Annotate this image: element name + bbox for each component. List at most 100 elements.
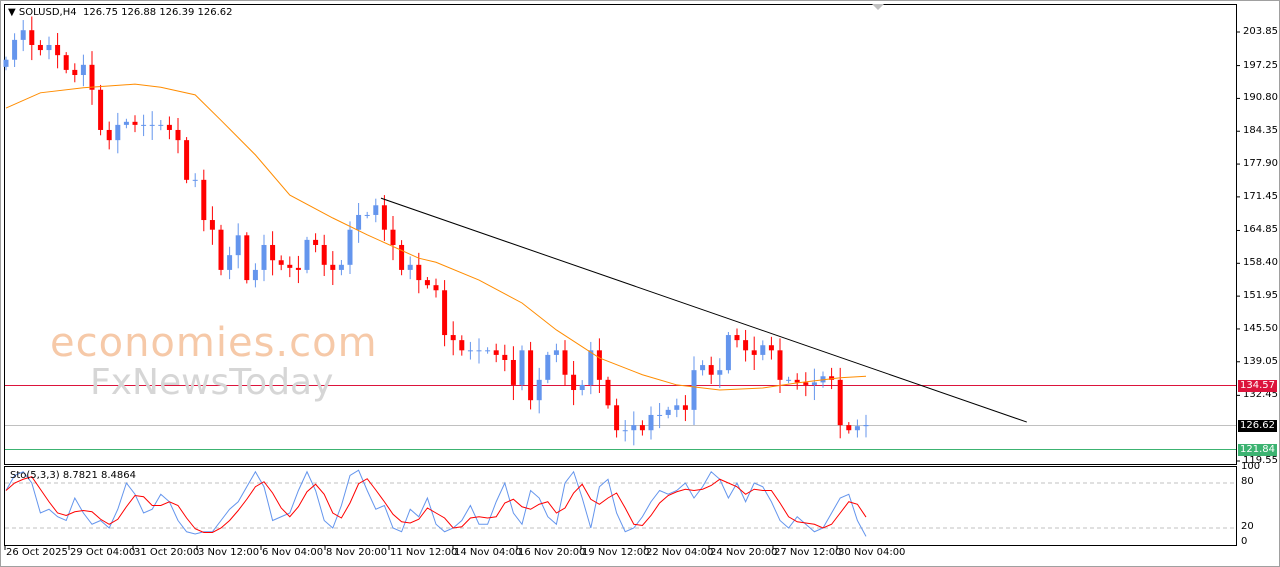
bull-candle — [622, 430, 628, 432]
bear-candle — [424, 280, 430, 286]
bear-candle — [571, 374, 577, 391]
bear-candle — [493, 350, 499, 355]
stochastic-axis-label: 80 — [1241, 476, 1254, 487]
bull-candle — [665, 409, 671, 415]
time-axis-label: 16 Nov 20:00 — [518, 547, 586, 558]
bull-candle — [158, 124, 164, 126]
bull-candle — [579, 384, 585, 391]
bear-candle — [390, 229, 396, 245]
bull-candle — [536, 379, 542, 401]
watermark-fxnewstoday: FxNewsToday — [90, 362, 334, 403]
bear-candle — [37, 44, 43, 51]
price-tag-134.57: 134.57 — [1238, 379, 1277, 392]
time-axis-label: 27 Nov 12:00 — [774, 547, 842, 558]
price-axis-label: 151.95 — [1243, 290, 1278, 302]
stochastic-axis-label: 100 — [1241, 461, 1261, 472]
bear-candle — [614, 405, 620, 431]
price-chart[interactable] — [0, 0, 1280, 567]
bull-candle — [373, 205, 379, 215]
bull-candle — [261, 244, 267, 270]
bear-candle — [734, 335, 740, 341]
bull-candle — [553, 350, 559, 355]
collapse-triangle-icon[interactable]: ▼ — [8, 7, 16, 18]
bear-candle — [132, 121, 138, 125]
bull-candle — [786, 379, 792, 381]
chart-title: ▼ SOLUSD,H4 126.75 126.88 126.39 126.62 — [8, 7, 232, 18]
time-axis-label: 24 Nov 20:00 — [710, 547, 778, 558]
watermark-economies: economies.com — [50, 320, 378, 366]
bull-candle — [760, 345, 766, 355]
bull-candle — [631, 425, 637, 431]
bull-candle — [648, 414, 654, 431]
bear-candle — [596, 350, 602, 380]
bull-candle — [467, 350, 473, 352]
bull-candle — [235, 235, 241, 256]
bear-candle — [287, 264, 293, 268]
time-axis-label: 22 Nov 04:00 — [646, 547, 714, 558]
bull-candle — [347, 229, 353, 265]
bull-candle — [252, 269, 258, 281]
time-axis-label: 29 Oct 04:00 — [70, 547, 136, 558]
bear-candle — [510, 359, 516, 385]
bull-candle — [123, 121, 129, 125]
bull-candle — [12, 39, 18, 60]
bear-candle — [209, 220, 215, 230]
bear-candle — [794, 379, 800, 383]
bear-candle — [743, 340, 749, 351]
price-tag-126.62: 126.62 — [1238, 419, 1277, 432]
stochastic-panel-border — [4, 466, 1237, 546]
bear-candle — [605, 379, 611, 406]
bull-candle — [46, 44, 52, 51]
price-tag-121.84: 121.84 — [1238, 443, 1277, 456]
bear-candle — [321, 244, 327, 265]
ohlc-values: 126.75 126.88 126.39 126.62 — [82, 7, 233, 18]
price-axis-label: 203.85 — [1243, 26, 1278, 37]
bear-candle — [751, 350, 757, 355]
price-axis-label: 171.45 — [1243, 190, 1278, 202]
bull-candle — [691, 370, 697, 410]
bear-candle — [768, 345, 774, 351]
bear-candle — [442, 290, 448, 336]
stochastic-title: Sto(5,3,3) 8.7821 8.4864 — [10, 470, 136, 481]
bull-candle — [485, 350, 491, 352]
price-axis-label: 158.40 — [1243, 257, 1278, 269]
bull-candle — [20, 30, 26, 40]
bear-candle — [98, 89, 104, 130]
bear-candle — [381, 205, 387, 230]
bull-candle — [863, 425, 869, 427]
time-axis-label: 31 Oct 20:00 — [134, 547, 200, 558]
price-axis-label: 197.25 — [1243, 59, 1278, 71]
bear-candle — [803, 382, 809, 385]
bull-candle — [192, 179, 198, 181]
bull-candle — [674, 405, 680, 410]
bear-candle — [562, 350, 568, 375]
time-axis-label: 8 Nov 20:00 — [326, 547, 388, 558]
bear-candle — [639, 425, 645, 431]
bull-candle — [476, 350, 482, 352]
price-axis-label: 164.85 — [1243, 224, 1278, 236]
bear-candle — [502, 354, 508, 360]
bull-candle — [717, 370, 723, 375]
shift-marker-icon — [872, 4, 884, 10]
bear-candle — [201, 179, 207, 221]
bear-candle — [433, 285, 439, 291]
bull-candle — [80, 64, 86, 76]
bear-candle — [399, 244, 405, 270]
price-axis-label: 139.05 — [1243, 355, 1278, 367]
bull-candle — [657, 414, 663, 416]
bull-candle — [3, 59, 9, 67]
bull-candle — [115, 124, 121, 141]
time-axis-label: 6 Nov 04:00 — [262, 547, 324, 558]
bear-candle — [313, 239, 319, 245]
bull-candle — [854, 426, 860, 431]
stochastic-axis-label: 0 — [1241, 536, 1248, 547]
bear-candle — [777, 350, 783, 380]
stochastic-axis-label: 20 — [1241, 521, 1254, 532]
bull-candle — [725, 335, 731, 371]
bull-candle — [141, 124, 147, 126]
bear-candle — [184, 140, 190, 180]
bull-candle — [811, 382, 817, 385]
bear-candle — [837, 379, 843, 426]
bear-candle — [450, 335, 456, 341]
bear-candle — [278, 260, 284, 265]
